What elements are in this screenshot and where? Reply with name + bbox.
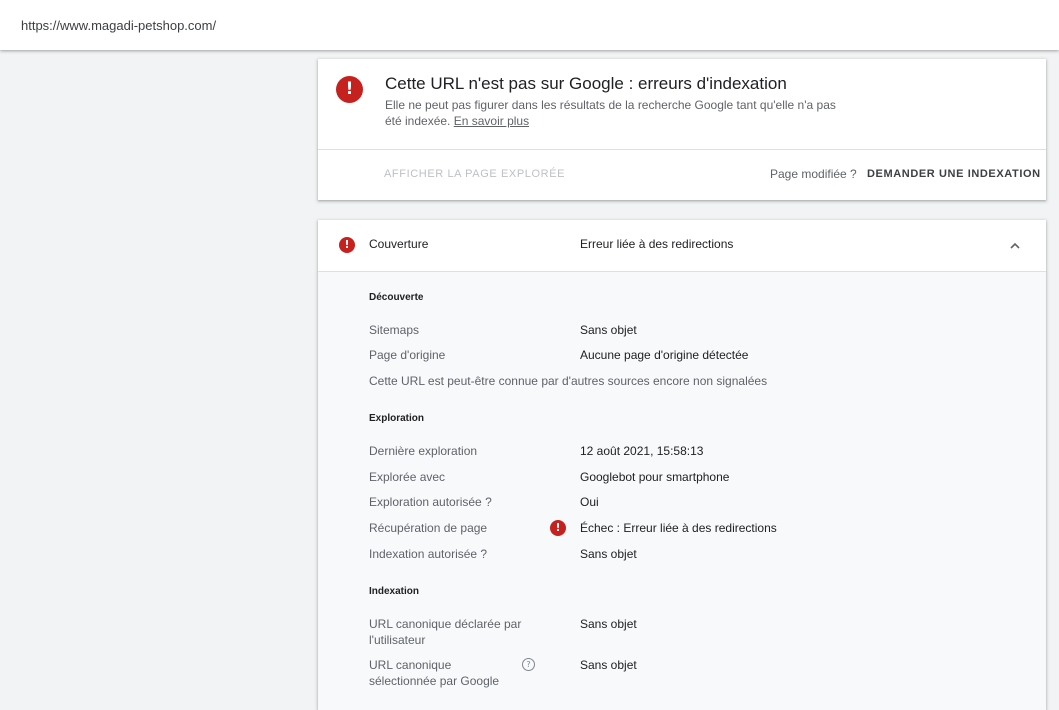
indexing-allowed-label: Indexation autorisée ?: [369, 547, 488, 561]
user-canonical-value: Sans objet: [580, 617, 637, 631]
page-fetch-value: Échec : Erreur liée à des redirections: [580, 521, 777, 535]
request-indexing-button[interactable]: DEMANDER UNE INDEXATION: [867, 168, 1041, 180]
coverage-details: Découverte Sitemaps Sans objet Page d'or…: [318, 272, 1046, 710]
crawl-allowed-label: Exploration autorisée ?: [369, 495, 492, 509]
status-title: Cette URL n'est pas sur Google : erreurs…: [385, 74, 787, 93]
help-icon[interactable]: ?: [522, 658, 535, 671]
error-icon: !: [336, 76, 363, 103]
page-modified-label: Page modifiée ?: [770, 167, 857, 181]
crawled-as-value: Googlebot pour smartphone: [580, 470, 730, 484]
discovery-note: Cette URL est peut-être connue par d'aut…: [369, 374, 768, 388]
crawl-allowed-value: Oui: [580, 495, 599, 509]
error-icon: !: [550, 520, 566, 536]
status-description: Elle ne peut pas figurer dans les résult…: [385, 97, 845, 129]
last-crawl-label: Dernière exploration: [369, 444, 478, 458]
status-card: ! Cette URL n'est pas sur Google : erreu…: [318, 59, 1046, 200]
crawled-as-label: Explorée avec: [369, 470, 446, 484]
coverage-label: Couverture: [369, 237, 429, 251]
inspected-url: https://www.magadi-petshop.com/: [21, 18, 217, 33]
top-bar: https://www.magadi-petshop.com/: [0, 0, 1059, 50]
view-crawled-page-button[interactable]: AFFICHER LA PAGE EXPLORÉE: [384, 168, 565, 180]
coverage-card: ! Couverture Erreur liée à des redirecti…: [318, 220, 1046, 710]
section-title-indexing: Indexation: [369, 586, 420, 597]
error-icon: !: [339, 237, 355, 253]
section-title-discovery: Découverte: [369, 292, 424, 303]
status-description-text: Elle ne peut pas figurer dans les résult…: [385, 98, 836, 128]
chevron-up-icon[interactable]: [1007, 238, 1023, 254]
user-canonical-label: URL canonique déclarée par l'utilisateur: [369, 617, 522, 647]
coverage-header[interactable]: ! Couverture Erreur liée à des redirecti…: [318, 220, 1046, 272]
referring-page-label: Page d'origine: [369, 348, 446, 362]
divider: [318, 149, 1046, 150]
sitemaps-value: Sans objet: [580, 323, 637, 337]
referring-page-value: Aucune page d'origine détectée: [580, 348, 749, 362]
indexing-allowed-value: Sans objet: [580, 547, 637, 561]
sitemaps-label: Sitemaps: [369, 323, 420, 337]
section-title-crawl: Exploration: [369, 413, 425, 424]
coverage-value: Erreur liée à des redirections: [580, 237, 734, 251]
page-fetch-label: Récupération de page: [369, 521, 488, 535]
google-canonical-value: Sans objet: [580, 658, 637, 672]
last-crawl-value: 12 août 2021, 15:58:13: [580, 444, 704, 458]
learn-more-link[interactable]: En savoir plus: [454, 114, 529, 128]
google-canonical-label: URL canonique sélectionnée par Google: [369, 658, 500, 688]
